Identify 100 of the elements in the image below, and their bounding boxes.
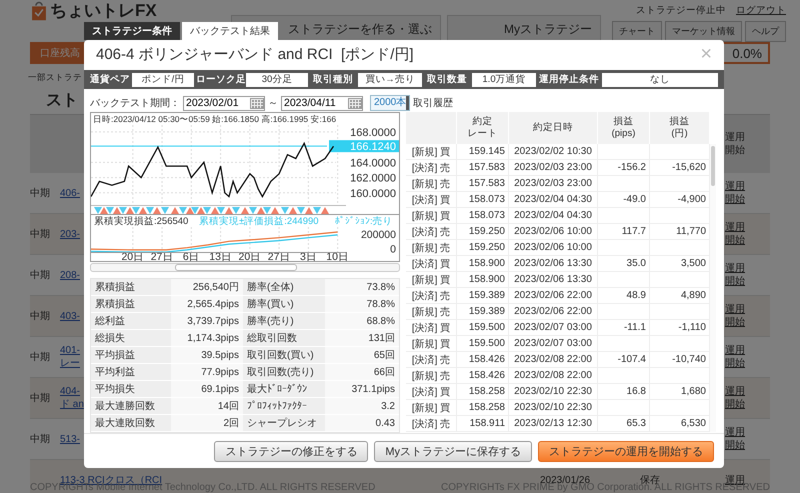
start-date-field[interactable]: 2023/02/01 — [183, 96, 265, 111]
logout-link[interactable]: ログアウト — [736, 4, 786, 17]
datetime-cell: 2023/02/06 10:00 — [509, 240, 598, 256]
dialog-title: 406-4 ボリンジャーバンド and RCI [ポンド/円] — [96, 45, 414, 64]
axis-label: 168.0000 — [350, 127, 396, 140]
calendar-icon[interactable] — [348, 98, 362, 109]
chart-scrollbar[interactable] — [90, 263, 400, 272]
start-link[interactable]: 運用 開始 — [725, 180, 770, 206]
condition-value: 1.0万通貨 — [472, 72, 536, 87]
stat-value: 0.43 — [325, 415, 399, 432]
rate-cell: 158.073 — [457, 192, 509, 208]
datetime-cell: 2023/02/04 04:30 — [509, 192, 598, 208]
axis-label: 0 — [390, 244, 396, 256]
status-text: ストラテジー停止中 — [636, 4, 726, 17]
trade-type-cell: [決済] 買 — [406, 384, 457, 400]
menu-button[interactable]: チャート — [612, 21, 662, 42]
pips-cell: -11.1 — [598, 320, 650, 336]
nav-tab[interactable]: Myストラテジー — [447, 15, 601, 42]
trade-type-cell: [新規] 買 — [406, 144, 457, 160]
datetime-cell: 2023/02/06 22:00 — [509, 304, 598, 320]
rate-cell: 159.250 — [457, 224, 509, 240]
strategy-link[interactable]: 401- レー — [60, 344, 80, 370]
price-label: 166.1240 — [350, 142, 396, 154]
start-link[interactable]: 運用 開始 — [725, 344, 770, 370]
action-button[interactable]: Myストラテジーに保存する — [374, 440, 532, 462]
start-link[interactable]: 運用 — [725, 474, 770, 486]
datetime-cell: 2023/02/06 13:30 — [509, 256, 598, 272]
dialog-tab[interactable]: バックテスト結果 — [182, 22, 278, 40]
start-link[interactable]: 運用 開始 — [725, 426, 770, 452]
pips-cell: 48.9 — [598, 288, 650, 304]
datetime-cell: 2023/02/07 03:00 — [509, 336, 598, 352]
action-button[interactable]: ストラテジーの運用を開始する — [538, 440, 714, 462]
condition-label: 運用停止条件 — [538, 73, 600, 86]
trade-type-cell: [新規] 買 — [406, 400, 457, 416]
logo[interactable]: ちょいトレFX — [50, 1, 157, 21]
bar-count-button[interactable]: 2000本 — [370, 95, 410, 112]
stat-label: 累積損益 — [91, 296, 171, 314]
stat-label: 勝率(買い) — [243, 296, 325, 314]
datetime-cell: 2023/02/10 22:30 — [509, 400, 598, 416]
strategy-link[interactable]: 203- — [60, 228, 80, 240]
datetime-cell: 2023/02/03 23:00 — [509, 160, 598, 176]
trade-type-cell: [決済] 売 — [406, 352, 457, 368]
stat-value: 256,540円 — [171, 279, 243, 296]
rate-cell: 157.583 — [457, 160, 509, 176]
rate-cell: 158.426 — [457, 368, 509, 384]
term-cell-text: 中期 — [30, 228, 50, 241]
stat-value: 2,565.4pips — [171, 296, 243, 314]
stat-value: 66回 — [325, 364, 399, 382]
dialog-tab[interactable]: ストラテジー条件 — [84, 22, 180, 40]
column-header: 約定 レート — [457, 112, 509, 144]
rate-cell: 159.250 — [457, 240, 509, 256]
start-link[interactable]: 運用 開始 — [725, 385, 770, 411]
pips-cell: -107.4 — [598, 352, 650, 368]
stat-value: 3,739.7pips — [171, 313, 243, 330]
stat-value: 1,174.3pips — [171, 330, 243, 348]
rate-cell: 158.426 — [457, 352, 509, 368]
pips-cell: 35.0 — [598, 256, 650, 272]
term-cell-text: 中期 — [30, 392, 50, 405]
pips-cell: 16.8 — [598, 384, 650, 400]
trade-type-cell: [決済] 買 — [406, 256, 457, 272]
rate-cell: 159.500 — [457, 336, 509, 352]
stat-label: 取引回数(売り) — [243, 364, 325, 382]
axis-label: 162.0000 — [350, 173, 396, 185]
table-scrollbar[interactable] — [710, 144, 716, 432]
strategy-link[interactable]: 406- — [60, 186, 80, 200]
start-link[interactable]: 運用 開始 — [725, 262, 770, 288]
stat-label: 総利益 — [91, 313, 171, 330]
strategy-link[interactable]: 513- — [60, 432, 80, 446]
calendar-icon[interactable] — [250, 98, 264, 109]
strategy-link[interactable]: 404- ド an — [60, 385, 84, 411]
condition-value: ポンド/円 — [132, 72, 194, 87]
rate-cell: 158.258 — [457, 400, 509, 416]
menu-button[interactable]: ヘルプ — [745, 21, 786, 42]
stat-label: 総取引回数 — [243, 330, 325, 348]
start-link[interactable]: 運用 開始 — [725, 303, 770, 329]
pips-cell: -156.2 — [598, 160, 650, 176]
strategy-link[interactable]: 208- — [60, 268, 80, 282]
rate-cell: 158.900 — [457, 256, 509, 272]
start-link[interactable]: 運用 開始 — [725, 221, 770, 247]
stat-label: ﾌﾟﾛﾌｨｯﾄﾌｧｸﾀｰ — [243, 398, 325, 416]
stat-value: 77.9pips — [171, 364, 243, 382]
rate-cell: 159.389 — [457, 288, 509, 304]
end-date-field[interactable]: 2023/04/11 — [281, 96, 363, 111]
stat-label: 取引回数(買い) — [243, 347, 325, 364]
strategy-link[interactable]: 403- — [60, 310, 80, 322]
trade-type-cell: [新規] 買 — [406, 336, 457, 352]
action-button[interactable]: ストラテジーの修正をする — [214, 440, 368, 462]
menu-button[interactable]: マーケット情報 — [665, 21, 742, 42]
stat-value: 68.8% — [325, 313, 399, 330]
datetime-cell: 2023/02/08 22:00 — [509, 352, 598, 368]
datetime-cell: 2023/02/13 12:30 — [509, 416, 598, 432]
trade-type-cell: [新規] 売 — [406, 304, 457, 320]
stat-label: 勝率(全体) — [243, 279, 325, 296]
rate-cell: 157.583 — [457, 176, 509, 192]
stat-label: 平均損失 — [91, 381, 171, 398]
datetime-cell: 2023/02/10 22:30 — [509, 384, 598, 400]
stat-value: 39.5pips — [171, 347, 243, 364]
trade-type-cell: [決済] 買 — [406, 320, 457, 336]
date-cell: 2023/01/26 — [540, 474, 590, 486]
pips-cell: 65.3 — [598, 416, 650, 432]
